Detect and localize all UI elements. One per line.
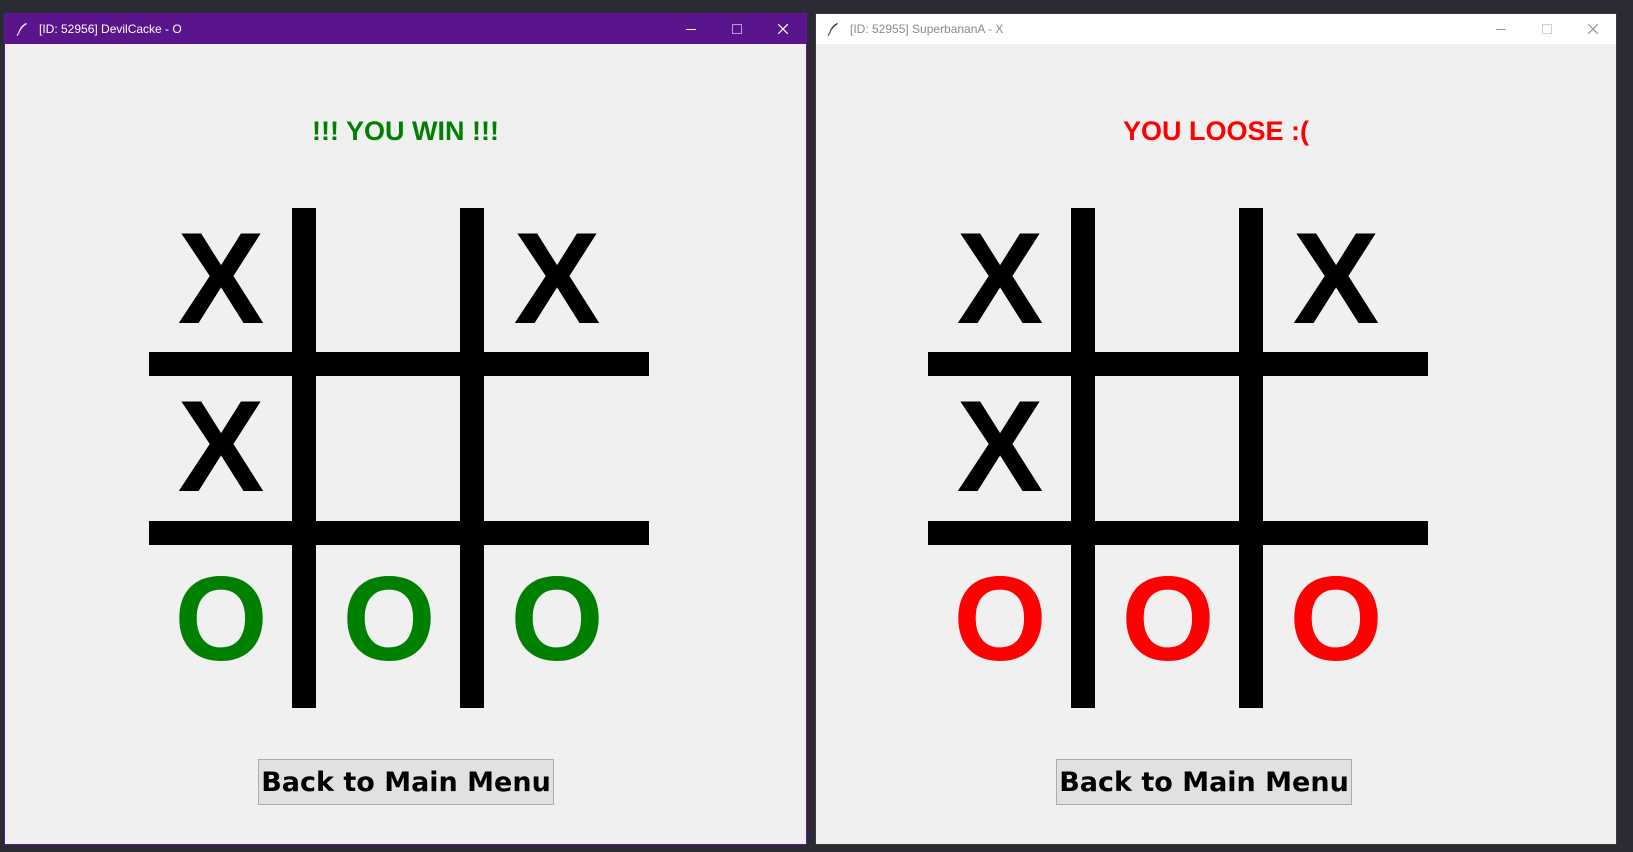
minimize-icon [686, 29, 696, 30]
tic-tac-toe-board: X X X O O O [149, 208, 649, 708]
close-button[interactable] [1570, 14, 1616, 44]
board-cell[interactable] [316, 203, 466, 353]
game-area: !!! YOU WIN !!! X X X O O O Back to Main… [5, 44, 806, 844]
window-title: [ID: 52956] DevilCacke - O [39, 22, 182, 36]
maximize-icon [1542, 24, 1552, 34]
grid-line [928, 521, 1428, 545]
titlebar[interactable]: [ID: 52956] DevilCacke - O [5, 14, 806, 44]
x-mark: X [177, 373, 265, 519]
board-cell[interactable]: O [925, 544, 1075, 694]
o-mark: O [342, 552, 436, 686]
board-cell[interactable] [1095, 203, 1245, 353]
o-mark: O [510, 552, 604, 686]
board-cell[interactable]: X [925, 371, 1075, 521]
minimize-icon [1496, 29, 1506, 30]
feather-icon [15, 22, 29, 36]
board-cell[interactable]: O [482, 544, 632, 694]
board-cell[interactable]: X [146, 371, 296, 521]
back-to-main-menu-button[interactable]: Back to Main Menu [1056, 759, 1352, 805]
o-mark: O [1289, 552, 1383, 686]
status-message: !!! YOU WIN !!! [312, 116, 499, 146]
player-x-window: [ID: 52955] SuperbananA - X YOU LOOSE :(… [815, 13, 1617, 845]
x-mark: X [956, 205, 1044, 351]
player-o-window: [ID: 52956] DevilCacke - O !!! YOU WIN !… [4, 13, 807, 845]
close-icon [1588, 24, 1598, 34]
board-cell[interactable]: O [146, 544, 296, 694]
board-cell[interactable]: X [925, 203, 1075, 353]
titlebar[interactable]: [ID: 52955] SuperbananA - X [816, 14, 1616, 44]
board-cell[interactable]: O [314, 544, 464, 694]
back-to-main-menu-button[interactable]: Back to Main Menu [258, 759, 554, 805]
minimize-button[interactable] [668, 14, 714, 44]
board-cell[interactable]: X [482, 203, 632, 353]
maximize-icon [732, 24, 742, 34]
close-icon [778, 24, 788, 34]
maximize-button[interactable] [1524, 14, 1570, 44]
status-message: YOU LOOSE :( [1122, 116, 1309, 146]
close-button[interactable] [760, 14, 806, 44]
board-cell[interactable]: X [146, 203, 296, 353]
window-title: [ID: 52955] SuperbananA - X [850, 22, 1004, 36]
board-cell[interactable] [1261, 371, 1411, 521]
board-cell[interactable]: X [1261, 203, 1411, 353]
o-mark: O [1121, 552, 1215, 686]
x-mark: X [513, 205, 601, 351]
x-mark: X [177, 205, 265, 351]
board-cell[interactable]: O [1261, 544, 1411, 694]
board-cell[interactable] [1095, 371, 1245, 521]
o-mark: O [953, 552, 1047, 686]
game-area: YOU LOOSE :( X X X O O O Back to Main Me… [816, 44, 1616, 844]
feather-icon [826, 22, 840, 36]
board-cell[interactable] [482, 371, 632, 521]
x-mark: X [956, 373, 1044, 519]
maximize-button[interactable] [714, 14, 760, 44]
tic-tac-toe-board: X X X O O O [928, 208, 1428, 708]
board-cell[interactable] [316, 371, 466, 521]
minimize-button[interactable] [1478, 14, 1524, 44]
grid-line [149, 521, 649, 545]
x-mark: X [1292, 205, 1380, 351]
board-cell[interactable]: O [1093, 544, 1243, 694]
o-mark: O [174, 552, 268, 686]
